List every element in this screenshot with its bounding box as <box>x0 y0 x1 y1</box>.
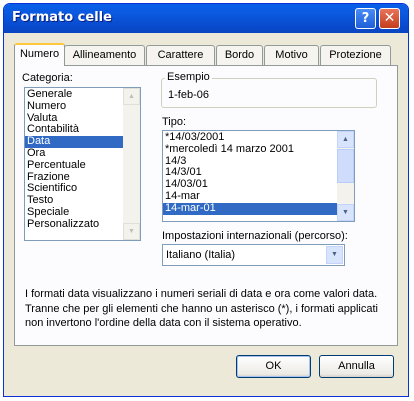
tab-numero[interactable]: Numero <box>14 43 65 66</box>
tab-bordo-label: Bordo <box>224 49 255 61</box>
tipo-scrollbar[interactable]: ▲ ▼ <box>337 131 354 221</box>
tab-motivo[interactable]: Motivo <box>264 45 319 65</box>
impostazioni-label: Impostazioni internazionali (percorso): <box>162 230 348 242</box>
tab-panel-numero: Categoria: Generale Numero Valuta Contabili… <box>14 65 398 346</box>
categoria-scroll-down-button[interactable]: ▼ <box>123 223 140 240</box>
categoria-scroll-up-button[interactable]: ▲ <box>123 88 140 105</box>
window-title: Formato celle <box>12 10 112 25</box>
tipo-listbox[interactable]: *14/03/2001 *mercoledì 14 marzo 2001 14/3 1… <box>162 130 355 222</box>
tipo-item[interactable]: 14-mar-01 <box>163 202 354 215</box>
tipo-scroll-up-button[interactable]: ▲ <box>337 131 354 148</box>
tab-carattere[interactable]: Carattere <box>146 45 215 65</box>
format-cells-dialog: Formato celle ? ✕ Numero Allineamento Ca… <box>3 3 409 397</box>
categoria-scrollbar: ▲ ▼ <box>123 88 140 240</box>
esempio-label: Esempio <box>165 71 212 83</box>
categoria-listbox[interactable]: Generale Numero Valuta Contabilità Data Ora Pe… <box>24 87 141 241</box>
tab-allineamento-label: Allineamento <box>72 49 137 61</box>
tab-motivo-label: Motivo <box>275 49 308 61</box>
close-button[interactable]: ✕ <box>379 8 400 29</box>
tab-protezione-label: Protezione <box>329 49 382 61</box>
title-bar[interactable]: Formato celle ? ✕ <box>4 4 408 33</box>
tipo-scroll-down-button[interactable]: ▼ <box>337 204 354 221</box>
tab-bordo[interactable]: Bordo <box>216 45 263 65</box>
ok-button[interactable]: OK <box>236 355 311 378</box>
esempio-value: 1-feb-06 <box>168 89 209 101</box>
impostazioni-combobox[interactable]: Italiano (Italia) ▼ <box>162 244 345 266</box>
tipo-scroll-thumb[interactable] <box>337 149 354 183</box>
tab-allineamento[interactable]: Allineamento <box>64 45 145 65</box>
help-button[interactable]: ? <box>355 8 376 29</box>
categoria-label: Categoria: <box>22 72 73 84</box>
impostazioni-dropdown-button[interactable]: ▼ <box>326 246 343 264</box>
tipo-label: Tipo: <box>162 116 187 128</box>
tab-numero-label: Numero <box>19 48 60 60</box>
tipo-item[interactable]: *mercoledì 14 marzo 2001 <box>163 143 354 156</box>
impostazioni-value: Italiano (Italia) <box>166 249 236 261</box>
cancel-button[interactable]: Annulla <box>319 355 394 378</box>
tab-carattere-label: Carattere <box>157 49 204 61</box>
tipo-item[interactable]: 14-mar <box>163 190 354 203</box>
format-description: I formati data visualizzano i numeri ser… <box>25 288 378 329</box>
tab-protezione[interactable]: Protezione <box>320 45 391 65</box>
